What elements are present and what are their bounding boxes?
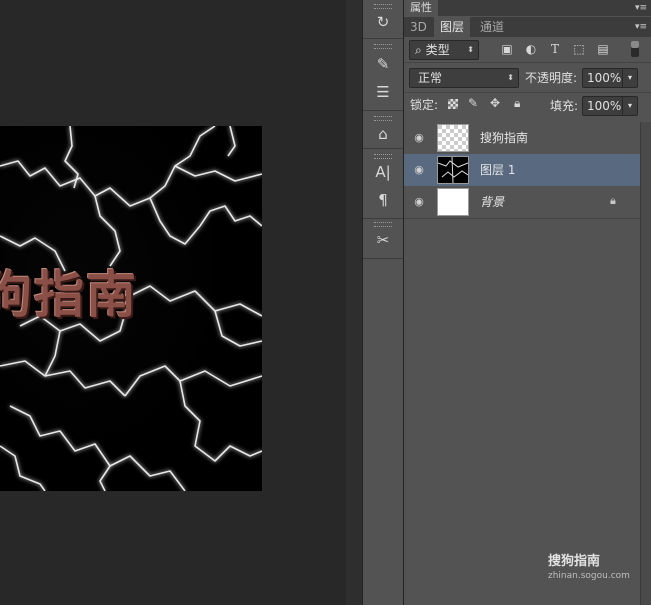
- smart-object-filter-icon[interactable]: ▤: [595, 41, 611, 57]
- paragraph-icon[interactable]: ¶: [368, 188, 398, 212]
- dock-grip[interactable]: [374, 154, 392, 159]
- lock-all-icon[interactable]: 🔒︎: [514, 96, 520, 111]
- blend-mode-value: 正常: [418, 71, 443, 85]
- shape-filter-icon[interactable]: ⬚: [571, 41, 587, 57]
- layer-thumbnail: [437, 156, 469, 184]
- image-filter-icon[interactable]: ▣: [499, 41, 515, 57]
- tool-presets-icon[interactable]: ✂: [368, 228, 398, 252]
- tab-3d[interactable]: 3D: [404, 17, 433, 37]
- search-icon: ⌕: [415, 43, 422, 57]
- filter-toggle-switch[interactable]: [631, 41, 639, 57]
- watermark-url: zhinan.sogou.com: [548, 571, 630, 581]
- layers-list: ◉ 搜狗指南 ◉ 图层 1 ◉ 背景 🔒︎: [404, 122, 640, 605]
- fill-value: 100%: [587, 99, 622, 113]
- dock-separator: [363, 110, 403, 111]
- filter-kind-dropdown[interactable]: ⌕ 类型 ⬍: [409, 40, 479, 60]
- chevron-updown-icon: ⬍: [507, 73, 514, 82]
- lock-move-icon[interactable]: ✥: [490, 96, 500, 110]
- blend-mode-dropdown[interactable]: 正常 ⬍: [409, 68, 519, 88]
- watermark: 搜狗指南 zhinan.sogou.com: [548, 550, 630, 581]
- layers-scrollbar[interactable]: [640, 122, 651, 605]
- layer-name: 搜狗指南: [480, 131, 529, 145]
- layer-thumbnail: [437, 124, 469, 152]
- lock-icon: 🔒︎: [610, 194, 616, 207]
- brush-preset-icon[interactable]: ✎: [368, 52, 398, 76]
- dock-grip[interactable]: [374, 116, 392, 121]
- dock-grip[interactable]: [374, 222, 392, 227]
- fill-dropdown-arrow[interactable]: ▾: [622, 97, 637, 115]
- opacity-dropdown-arrow[interactable]: ▾: [622, 69, 637, 87]
- divider: [404, 92, 651, 93]
- watermark-logo: 搜狗指南: [548, 554, 601, 569]
- canvas-overlay-text: 狗指南: [0, 265, 138, 324]
- visibility-eye-icon[interactable]: ◉: [412, 163, 426, 177]
- opacity-label: 不透明度:: [525, 71, 578, 85]
- layer-name: 背景: [480, 195, 505, 209]
- lock-paint-icon[interactable]: ✎: [468, 96, 478, 110]
- adjust-sliders-icon[interactable]: ☰: [368, 80, 398, 104]
- layer-row-selected[interactable]: ◉ 图层 1: [404, 154, 640, 187]
- visibility-eye-icon[interactable]: ◉: [412, 195, 426, 209]
- dock-grip[interactable]: [374, 44, 392, 49]
- fill-label: 填充:: [550, 99, 579, 113]
- dock-separator: [363, 218, 403, 219]
- panel-menu-icon[interactable]: ▾≡: [635, 0, 647, 16]
- divider: [404, 62, 651, 63]
- visibility-eye-icon[interactable]: ◉: [412, 131, 426, 145]
- filter-toggle-knob: [631, 41, 639, 48]
- layer-thumbnail: [437, 188, 469, 216]
- lock-label: 锁定:: [410, 98, 439, 112]
- layer-row-text[interactable]: ◉ 搜狗指南: [404, 122, 640, 155]
- layer-name: 图层 1: [480, 163, 516, 177]
- panel-tabs: 3D 图层 通道 ▾≡: [404, 17, 651, 37]
- dock-separator: [363, 258, 403, 259]
- dock-grip[interactable]: [374, 4, 392, 9]
- tab-channels[interactable]: 通道: [474, 17, 510, 37]
- adjustment-filter-icon[interactable]: ◐: [523, 41, 539, 57]
- properties-panel-header: 属性 ▾≡: [404, 0, 651, 16]
- collapsed-panels-dock: ↻ ✎ ☰ ⌂ A| ¶ ✂: [362, 0, 404, 605]
- chevron-updown-icon: ⬍: [467, 45, 474, 54]
- lock-transparent-icon[interactable]: [448, 99, 458, 109]
- layers-panel-menu-icon[interactable]: ▾≡: [635, 19, 647, 35]
- lightning-thumbnail: [438, 157, 468, 183]
- fill-input[interactable]: 100% ▾: [582, 96, 638, 116]
- layers-panel-group: 属性 ▾≡ 3D 图层 通道 ▾≡ ⌕ 类型 ⬍ ▣ ◐ T ⬚ ▤ 正常 ⬍ …: [404, 0, 651, 605]
- clone-stamp-icon[interactable]: ⌂: [368, 122, 398, 146]
- dock-separator: [363, 38, 403, 39]
- dock-separator: [363, 148, 403, 149]
- filter-kind-value: 类型: [425, 43, 450, 57]
- opacity-input[interactable]: 100% ▾: [582, 68, 638, 88]
- character-icon[interactable]: A|: [368, 160, 398, 184]
- canvas-vertical-scrollbar[interactable]: [346, 0, 362, 605]
- type-filter-icon[interactable]: T: [547, 41, 563, 57]
- history-brush-icon[interactable]: ↻: [368, 10, 398, 34]
- opacity-value: 100%: [587, 71, 622, 85]
- layer-row-background[interactable]: ◉ 背景 🔒︎: [404, 186, 640, 219]
- canvas-area[interactable]: 狗指南: [0, 0, 346, 605]
- tab-layers[interactable]: 图层: [434, 17, 471, 37]
- tab-properties[interactable]: 属性: [404, 0, 438, 16]
